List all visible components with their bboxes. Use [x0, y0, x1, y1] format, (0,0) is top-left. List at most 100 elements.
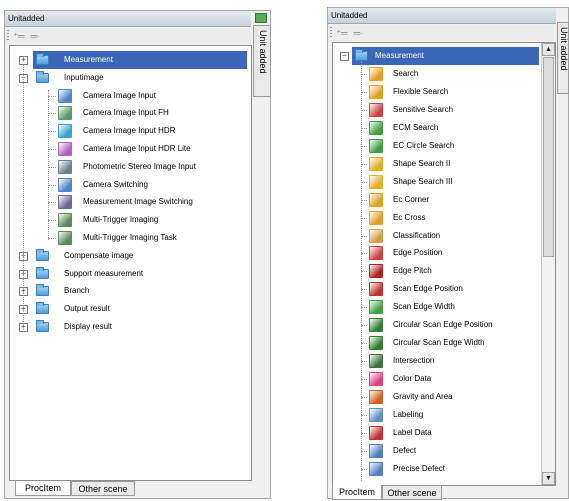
scroll-up-icon[interactable]: ▲: [542, 43, 555, 56]
add-unit-icon[interactable]: ⁺═: [336, 28, 348, 38]
tree-row-measurement[interactable]: Measurement: [33, 51, 247, 69]
expand-icon[interactable]: +: [19, 56, 28, 65]
left-tree-view[interactable]: + Measurement − Inputimage Camera Image Inpu…: [9, 45, 252, 481]
tree-row-gravity-and-area[interactable]: Gravity and Area: [333, 388, 539, 406]
right-side-tab-unit-added[interactable]: Unit added: [557, 22, 569, 94]
tree-row-ec-cross[interactable]: Ec Cross: [333, 209, 539, 227]
toolbar-grip-icon[interactable]: [7, 30, 9, 42]
remove-unit-icon[interactable]: ═∙: [29, 31, 41, 41]
tree-connector: [48, 131, 56, 133]
left-toolbar: ⁺═ ═∙: [5, 28, 251, 44]
tree-connector: [48, 113, 56, 115]
tree-item-label: Camera Image Input FH: [83, 108, 169, 118]
tree-item-label: Measurement Image Switching: [83, 197, 193, 207]
tree-row-support-measurement[interactable]: + Support measurement: [10, 265, 247, 283]
scan-edge-position-icon: [369, 282, 383, 297]
tree-row-measurement[interactable]: Measurement: [352, 47, 539, 65]
add-unit-icon[interactable]: ⁺═: [13, 31, 25, 41]
tree-item-label: Sensitive Search: [393, 104, 454, 114]
tree-connector: [48, 220, 56, 222]
tree-row-label-data[interactable]: Label Data: [333, 424, 539, 442]
tree-row-compensate-image[interactable]: + Compensate image: [10, 247, 247, 265]
tree-child-connector: [48, 90, 49, 240]
intersection-icon: [369, 354, 383, 369]
tree-item-label: Search: [393, 68, 419, 78]
tree-row-shape-search-iii[interactable]: Shape Search III: [333, 173, 539, 191]
tree-row-scan-edge-position[interactable]: Scan Edge Position: [333, 280, 539, 298]
tree-row-edge-pitch[interactable]: Edge Pitch: [333, 262, 539, 280]
tree-row-inputimage[interactable]: − Inputimage: [10, 69, 247, 87]
tree-item-label: Photometric Stereo Image Input: [83, 161, 196, 171]
scroll-down-icon[interactable]: ▼: [542, 472, 555, 485]
tree-row-flexible-search[interactable]: Flexible Search: [333, 83, 539, 101]
precise-defect-icon: [369, 461, 383, 476]
tree-row-photometric-stereo-image-input[interactable]: Photometric Stereo Image Input: [10, 158, 247, 176]
tree-connector: [48, 166, 56, 168]
label-data-icon: [369, 425, 383, 440]
tree-row-defect[interactable]: Defect: [333, 442, 539, 460]
tree-row-camera-switching[interactable]: Camera Switching: [10, 176, 247, 194]
tree-row-ecm-search[interactable]: ECM Search: [333, 119, 539, 137]
tree-vertical-connector: [23, 65, 24, 330]
tree-item-label: Shape Search III: [393, 176, 453, 186]
folder-icon: [36, 302, 49, 315]
tree-row-camera-image-input[interactable]: Camera Image Input: [10, 87, 247, 105]
tree-row-intersection[interactable]: Intersection: [333, 352, 539, 370]
remove-unit-icon[interactable]: ═∙: [352, 28, 364, 38]
tree-row-display-result[interactable]: + Display result: [10, 318, 247, 336]
tree-row-camera-image-input-hdr[interactable]: Camera Image Input HDR: [10, 122, 247, 140]
collapse-icon[interactable]: −: [340, 52, 349, 61]
tree-item-label: Shape Search II: [393, 158, 451, 168]
tree-item-label: Circular Scan Edge Position: [393, 320, 493, 330]
gravity-area-icon: [369, 390, 383, 405]
tree-row-edge-position[interactable]: Edge Position: [333, 244, 539, 262]
left-side-tab-unit-added[interactable]: Unit added: [253, 25, 271, 97]
tree-row-circular-scan-edge-position[interactable]: Circular Scan Edge Position: [333, 316, 539, 334]
tree-row-measurement-image-switching[interactable]: Measurement Image Switching: [10, 193, 247, 211]
tree-row-sensitive-search[interactable]: Sensitive Search: [333, 101, 539, 119]
tree-row-precise-defect[interactable]: Precise Defect: [333, 460, 539, 478]
tree-item-label: Camera Switching: [83, 179, 148, 189]
tree-connector: [48, 149, 56, 150]
right-toolbar: ⁺═ ═∙: [328, 25, 556, 41]
toolbar-grip-icon[interactable]: [330, 27, 332, 39]
tree-row-classification[interactable]: Classification: [333, 227, 539, 245]
tab-other-scene[interactable]: Other scene: [382, 485, 442, 500]
camera-hdr-lite-icon: [58, 142, 72, 156]
tree-item-label: Camera Image Input: [83, 90, 156, 100]
scroll-thumb[interactable]: [543, 57, 554, 257]
tree-row-scan-edge-width[interactable]: Scan Edge Width: [333, 298, 539, 316]
tree-item-label: Defect: [393, 445, 417, 455]
tree-row-ec-corner[interactable]: Ec Corner: [333, 191, 539, 209]
tree-vertical-connector: [361, 61, 362, 481]
tree-row-multi-trigger-imaging-task[interactable]: Multi-Trigger Imaging Task: [10, 229, 247, 247]
edge-position-icon: [369, 246, 383, 261]
camera-hdr-icon: [58, 124, 72, 139]
tree-row-camera-image-input-hdr-lite[interactable]: Camera Image Input HDR Lite: [10, 140, 247, 158]
tab-procitem[interactable]: ProcItem: [15, 481, 71, 496]
right-tree-view[interactable]: − Measurement Search Flexible Search Sensiti…: [332, 42, 556, 486]
folder-icon: [36, 53, 49, 65]
tree-folder-label: Measurement: [64, 55, 113, 64]
left-bottom-tabs: ProcItem Other scene: [9, 481, 252, 497]
tree-row-color-data[interactable]: Color Data: [333, 370, 539, 388]
tree-row-ec-circle-search[interactable]: EC Circle Search: [333, 137, 539, 155]
tree-row-shape-search-ii[interactable]: Shape Search II: [333, 155, 539, 173]
left-dock-icon[interactable]: [255, 13, 267, 23]
tree-folder-label: Branch: [64, 286, 90, 296]
tree-item-label: Gravity and Area: [393, 392, 453, 402]
tree-row-camera-image-input-fh[interactable]: Camera Image Input FH: [10, 104, 247, 122]
tree-row-labeling[interactable]: Labeling: [333, 406, 539, 424]
tree-row-circular-scan-edge-width[interactable]: Circular Scan Edge Width: [333, 334, 539, 352]
tab-other-scene[interactable]: Other scene: [71, 481, 135, 496]
tree-item-label: Intersection: [393, 356, 435, 366]
ec-corner-icon: [369, 192, 383, 207]
tree-row-search[interactable]: Search: [333, 65, 539, 83]
tree-row-branch[interactable]: + Branch: [10, 282, 247, 300]
tree-row-output-result[interactable]: + Output result: [10, 300, 247, 318]
left-panel-title: Unitadded: [5, 11, 251, 27]
tree-row-multi-trigger-imaging[interactable]: Multi-Trigger Imaging: [10, 211, 247, 229]
tree-item-label: Edge Position: [393, 248, 443, 258]
tab-procitem[interactable]: ProcItem: [332, 485, 382, 500]
vertical-scrollbar[interactable]: ▲ ▼: [541, 43, 555, 485]
